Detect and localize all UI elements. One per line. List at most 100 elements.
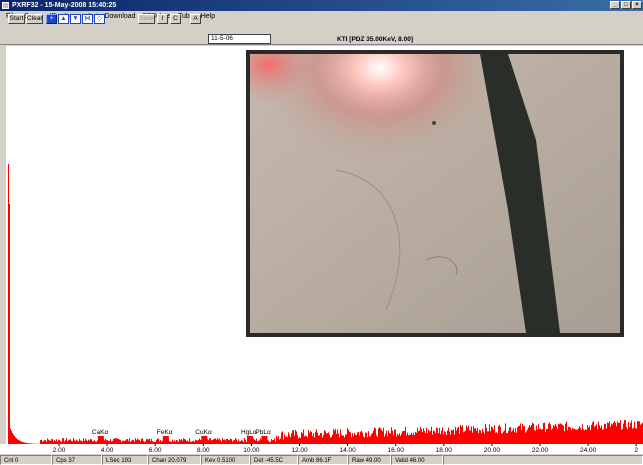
spectrum-bar bbox=[540, 428, 541, 444]
spectrum-bar bbox=[497, 433, 498, 444]
spectrum-bar bbox=[564, 431, 565, 444]
spectrum-bar bbox=[292, 430, 293, 444]
spectrum-bar bbox=[365, 432, 366, 444]
spectrum-bar bbox=[440, 434, 441, 444]
spectrum-bar bbox=[602, 429, 603, 444]
a-button[interactable]: A bbox=[190, 14, 201, 24]
spectrum-bar bbox=[368, 431, 369, 444]
spectrum-bar bbox=[462, 425, 463, 444]
spectrum-bar bbox=[604, 424, 605, 444]
save-button[interactable]: Save bbox=[138, 14, 155, 24]
peak-bar bbox=[261, 436, 268, 444]
spectrum-bar bbox=[405, 426, 406, 444]
spectrum-bar bbox=[583, 429, 584, 444]
spectrum-bar bbox=[520, 423, 521, 444]
spectrum-bar bbox=[486, 427, 487, 444]
spectrum-bar bbox=[306, 435, 307, 444]
spectrum-bar bbox=[600, 428, 601, 444]
spectrum-bar bbox=[285, 436, 286, 444]
spectrum-bar bbox=[554, 426, 555, 444]
spectrum-bar bbox=[381, 429, 382, 444]
spectrum-bar bbox=[407, 432, 408, 444]
spectrum-bar bbox=[455, 426, 456, 444]
peak-label: PbLα bbox=[255, 429, 271, 436]
spectrum-bar bbox=[524, 425, 525, 444]
spectrum-bar bbox=[578, 428, 579, 444]
spectrum-bar bbox=[324, 430, 325, 444]
spectrum-bar bbox=[607, 422, 608, 444]
spectrum-bar bbox=[473, 426, 474, 444]
spectrum-bar bbox=[589, 425, 590, 444]
peak-bar bbox=[97, 436, 104, 444]
spectrum-bar bbox=[463, 432, 464, 444]
spectrum-bar bbox=[317, 432, 318, 444]
spectrum-bar bbox=[417, 427, 418, 444]
spectrum-bar bbox=[465, 430, 466, 444]
spectrum-bar bbox=[572, 427, 573, 444]
spectrum-bar bbox=[581, 430, 582, 444]
spectrum-bar bbox=[568, 426, 569, 444]
spectrum-bar bbox=[591, 424, 592, 444]
i-button[interactable]: I bbox=[157, 14, 168, 24]
spectrum-bar bbox=[397, 434, 398, 444]
spectrum-bar bbox=[587, 425, 588, 444]
spectrum-bar bbox=[427, 433, 428, 444]
spectrum-bar bbox=[386, 430, 387, 444]
spectrum-bar bbox=[282, 431, 283, 444]
spectrum-bar bbox=[425, 433, 426, 444]
spectrum-bar bbox=[10, 428, 11, 444]
channel-readout: Chan 20.079 bbox=[148, 455, 201, 465]
spectrum-bar bbox=[432, 434, 433, 444]
spectrum-bar bbox=[571, 429, 572, 444]
spectrum-bar bbox=[506, 433, 507, 444]
spectrum-bar bbox=[337, 429, 338, 444]
sample-name-field[interactable]: 11-5-06 bbox=[208, 34, 271, 44]
peak-bar bbox=[162, 436, 169, 444]
zoom-in-button[interactable]: + bbox=[46, 14, 57, 24]
spectrum-bar bbox=[434, 431, 435, 444]
spectrum-bar bbox=[276, 435, 277, 444]
compress-button[interactable]: ⋈ bbox=[82, 14, 93, 24]
spectrum-bar bbox=[326, 433, 327, 444]
spectrum-bar bbox=[555, 423, 556, 444]
spectrum-bar bbox=[322, 437, 323, 444]
spectrum-bar bbox=[613, 422, 614, 444]
close-icon[interactable]: × bbox=[632, 1, 642, 9]
spectrum-bar bbox=[611, 423, 612, 444]
spectrum-bar bbox=[376, 435, 377, 444]
expand-button[interactable]: ◇ bbox=[94, 14, 105, 24]
spectrum-bar bbox=[390, 433, 391, 444]
spectrum-bar bbox=[327, 433, 328, 444]
spectrum-bar bbox=[470, 430, 471, 444]
clear-button[interactable]: Clear bbox=[26, 14, 43, 24]
spectrum-bar bbox=[491, 426, 492, 444]
c-button[interactable]: C bbox=[170, 14, 181, 24]
menu-download[interactable]: Download bbox=[104, 11, 135, 22]
cps-readout: Cps 37 bbox=[52, 455, 102, 465]
spectrum-bar bbox=[565, 423, 566, 444]
spectrum-bar bbox=[394, 429, 395, 444]
plus-icon: + bbox=[49, 15, 54, 22]
minimize-icon[interactable]: _ bbox=[610, 1, 620, 9]
pan-down-button[interactable]: ▼ bbox=[70, 14, 81, 24]
spectrum-bar bbox=[505, 423, 506, 444]
spectrum-bar bbox=[489, 424, 490, 444]
pan-up-button[interactable]: ▲ bbox=[58, 14, 69, 24]
spectrum-bar bbox=[541, 429, 542, 444]
spectrum-bar bbox=[528, 427, 529, 444]
spectrum-bar bbox=[413, 432, 414, 444]
spectrum-bar bbox=[323, 434, 324, 444]
spectrum-bar bbox=[575, 429, 576, 444]
spectrum-bar bbox=[467, 427, 468, 444]
spectrum-bar bbox=[349, 431, 350, 444]
spectrum-bar bbox=[558, 423, 559, 444]
spectrum-bar bbox=[408, 435, 409, 444]
start-button[interactable]: Start bbox=[8, 14, 25, 24]
spectrum-bar bbox=[633, 427, 634, 444]
compress-icon: ⋈ bbox=[84, 15, 91, 22]
spectrum-bar bbox=[622, 428, 623, 444]
menu-help[interactable]: Help bbox=[201, 11, 215, 22]
spectrum-bar bbox=[472, 432, 473, 444]
spectrum-bar bbox=[566, 421, 567, 444]
restore-icon[interactable]: □ bbox=[621, 1, 631, 9]
